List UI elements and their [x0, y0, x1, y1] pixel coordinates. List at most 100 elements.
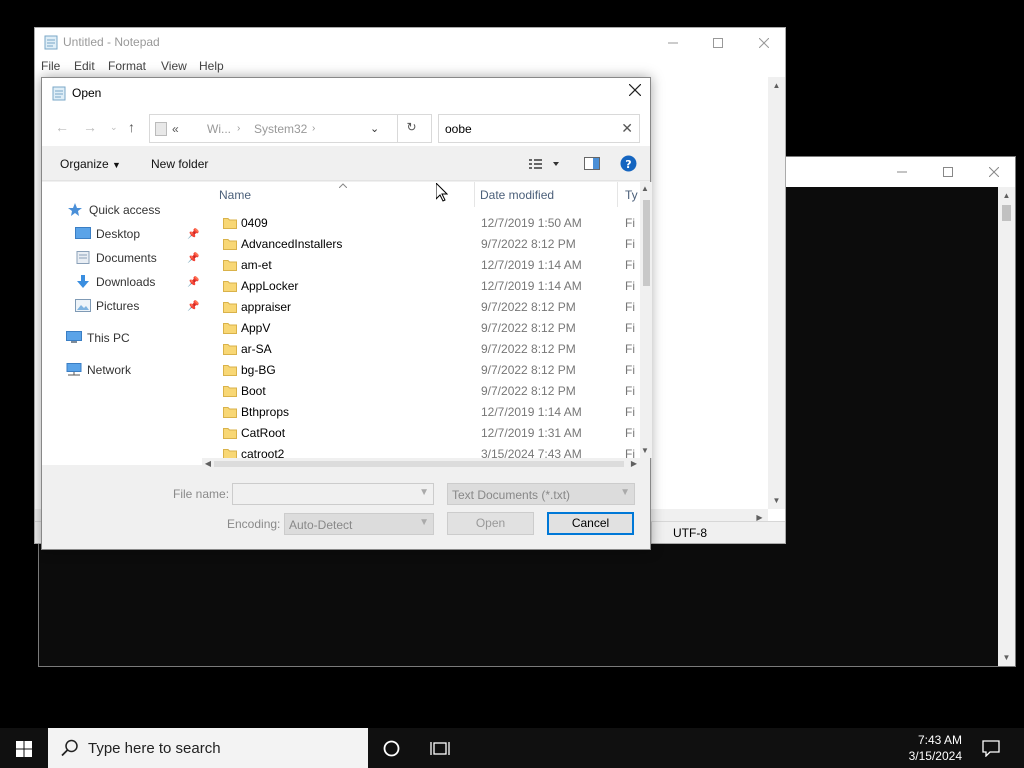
scroll-left-icon[interactable]: ◀: [202, 455, 214, 472]
cortana-icon[interactable]: [383, 740, 400, 757]
recent-locations-icon[interactable]: ⌄: [110, 122, 118, 133]
file-row[interactable]: bg-BG 9/7/2022 8:12 PM Fi: [212, 360, 640, 381]
file-row[interactable]: appraiser 9/7/2022 8:12 PM Fi: [212, 297, 640, 318]
column-header-name[interactable]: Name: [212, 182, 474, 207]
clear-search-icon[interactable]: ✕: [621, 120, 633, 137]
scroll-thumb[interactable]: [214, 461, 624, 467]
file-row[interactable]: AppLocker 12/7/2019 1:14 AM Fi: [212, 276, 640, 297]
open-dialog[interactable]: Open ← → ⌄ ↑ « Wi... › System32 › ⌄ ↻ oo…: [41, 77, 652, 550]
address-dropdown-icon[interactable]: ⌄: [370, 122, 379, 135]
search-input[interactable]: oobe: [445, 122, 472, 136]
help-icon[interactable]: ?: [620, 155, 637, 172]
chevron-down-icon[interactable]: ▼: [419, 487, 429, 498]
file-date: 9/7/2022 8:12 PM: [481, 384, 576, 398]
minimize-icon[interactable]: [650, 28, 696, 57]
address-bar[interactable]: « Wi... › System32 › ⌄: [149, 114, 432, 143]
pin-icon[interactable]: 📌: [187, 229, 199, 240]
nav-downloads[interactable]: Downloads: [75, 275, 155, 289]
open-button[interactable]: Open: [447, 512, 534, 535]
scroll-thumb[interactable]: [643, 200, 650, 286]
scroll-down-icon[interactable]: ▼: [768, 492, 785, 509]
file-row[interactable]: ar-SA 9/7/2022 8:12 PM Fi: [212, 339, 640, 360]
breadcrumb-system32[interactable]: System32: [254, 122, 307, 136]
nav-desktop[interactable]: Desktop: [75, 227, 140, 241]
maximize-icon[interactable]: [925, 157, 971, 186]
file-type: Fi: [625, 216, 635, 230]
scroll-right-icon[interactable]: ▶: [628, 455, 640, 472]
breadcrumb-windows[interactable]: Wi...: [207, 122, 231, 136]
organize-button[interactable]: Organize ▼: [60, 157, 121, 171]
file-row[interactable]: 0409 12/7/2019 1:50 AM Fi: [212, 213, 640, 234]
maximize-icon[interactable]: [695, 28, 741, 57]
file-date: 9/7/2022 8:12 PM: [481, 363, 576, 377]
notifications-icon[interactable]: [982, 740, 1000, 757]
back-arrow-icon[interactable]: ←: [55, 119, 69, 135]
refresh-icon: ↻: [406, 120, 417, 134]
menu-edit[interactable]: Edit: [74, 59, 95, 73]
file-row[interactable]: AdvancedInstallers 9/7/2022 8:12 PM Fi: [212, 234, 640, 255]
up-arrow-icon[interactable]: ↑: [128, 119, 135, 135]
system-clock[interactable]: 7:43 AM 3/15/2024: [909, 732, 962, 764]
network-icon: [66, 363, 82, 376]
preview-pane-icon[interactable]: [584, 157, 600, 170]
nav-pictures[interactable]: Pictures: [75, 299, 139, 313]
close-icon[interactable]: [971, 157, 1017, 186]
pin-icon[interactable]: 📌: [187, 301, 199, 312]
column-header-date[interactable]: Date modified: [475, 182, 617, 207]
file-row[interactable]: am-et 12/7/2019 1:14 AM Fi: [212, 255, 640, 276]
menu-file[interactable]: File: [41, 59, 60, 73]
new-folder-button[interactable]: New folder: [151, 157, 208, 171]
file-type-select[interactable]: Text Documents (*.txt) ▼: [447, 483, 635, 505]
menu-view[interactable]: View: [161, 59, 187, 73]
taskbar-search-box[interactable]: Type here to search: [48, 728, 368, 768]
scroll-down-icon[interactable]: ▼: [998, 649, 1015, 666]
search-box[interactable]: oobe ✕: [438, 114, 640, 143]
forward-arrow-icon[interactable]: →: [83, 119, 97, 135]
scroll-up-icon[interactable]: ▲: [638, 182, 652, 196]
nav-this-pc[interactable]: This PC: [66, 331, 130, 345]
breadcrumb-overflow[interactable]: «: [172, 122, 179, 136]
pin-icon[interactable]: 📌: [187, 277, 199, 288]
start-button[interactable]: [0, 728, 48, 768]
minimize-icon[interactable]: [879, 157, 925, 186]
dialog-close-button[interactable]: [620, 78, 650, 107]
pin-icon[interactable]: 📌: [187, 253, 199, 264]
console-scrollbar[interactable]: ▲ ▼: [998, 187, 1015, 666]
view-options-icon[interactable]: [529, 158, 559, 170]
file-date: 12/7/2019 1:31 AM: [481, 426, 582, 440]
refresh-button[interactable]: ↻: [397, 114, 425, 143]
scroll-down-icon[interactable]: ▼: [638, 444, 652, 458]
documents-icon: [75, 251, 91, 264]
file-name: Bthprops: [241, 405, 290, 419]
nav-documents[interactable]: Documents: [75, 251, 157, 265]
file-name-input[interactable]: ▼: [232, 483, 434, 505]
cancel-button[interactable]: Cancel: [547, 512, 634, 535]
file-list[interactable]: Name Date modified Ty 0409 12/7/2019 1:50…: [212, 182, 640, 460]
file-row[interactable]: CatRoot 12/7/2019 1:31 AM Fi: [212, 423, 640, 444]
editor-vertical-scrollbar[interactable]: ▲ ▼: [768, 77, 785, 509]
menu-format[interactable]: Format: [108, 59, 146, 73]
nav-network[interactable]: Network: [66, 363, 131, 377]
encoding-select[interactable]: Auto-Detect ▼: [284, 513, 434, 535]
close-icon[interactable]: [741, 28, 787, 57]
task-view-icon[interactable]: [430, 740, 450, 757]
clock-time: 7:43 AM: [917, 733, 962, 747]
status-encoding: UTF-8: [673, 526, 707, 540]
scroll-up-icon[interactable]: ▲: [768, 77, 785, 94]
dialog-titlebar[interactable]: Open: [42, 78, 650, 108]
search-icon: [61, 739, 78, 757]
file-list-vertical-scrollbar[interactable]: ▲ ▼: [640, 182, 652, 458]
file-row[interactable]: Boot 9/7/2022 8:12 PM Fi: [212, 381, 640, 402]
menu-help[interactable]: Help: [199, 59, 224, 73]
column-header-type[interactable]: Ty: [618, 182, 640, 207]
mouse-cursor-icon: [436, 183, 448, 202]
notepad-titlebar[interactable]: Untitled - Notepad: [35, 28, 785, 57]
scroll-thumb[interactable]: [1002, 205, 1011, 221]
folder-icon: [223, 302, 237, 313]
scroll-up-icon[interactable]: ▲: [998, 187, 1015, 204]
file-name: appraiser: [241, 300, 292, 314]
nav-quick-access[interactable]: Quick access: [68, 203, 160, 217]
file-list-horizontal-scrollbar[interactable]: ◀ ▶: [202, 458, 640, 470]
file-row[interactable]: AppV 9/7/2022 8:12 PM Fi: [212, 318, 640, 339]
file-row[interactable]: Bthprops 12/7/2019 1:14 AM Fi: [212, 402, 640, 423]
